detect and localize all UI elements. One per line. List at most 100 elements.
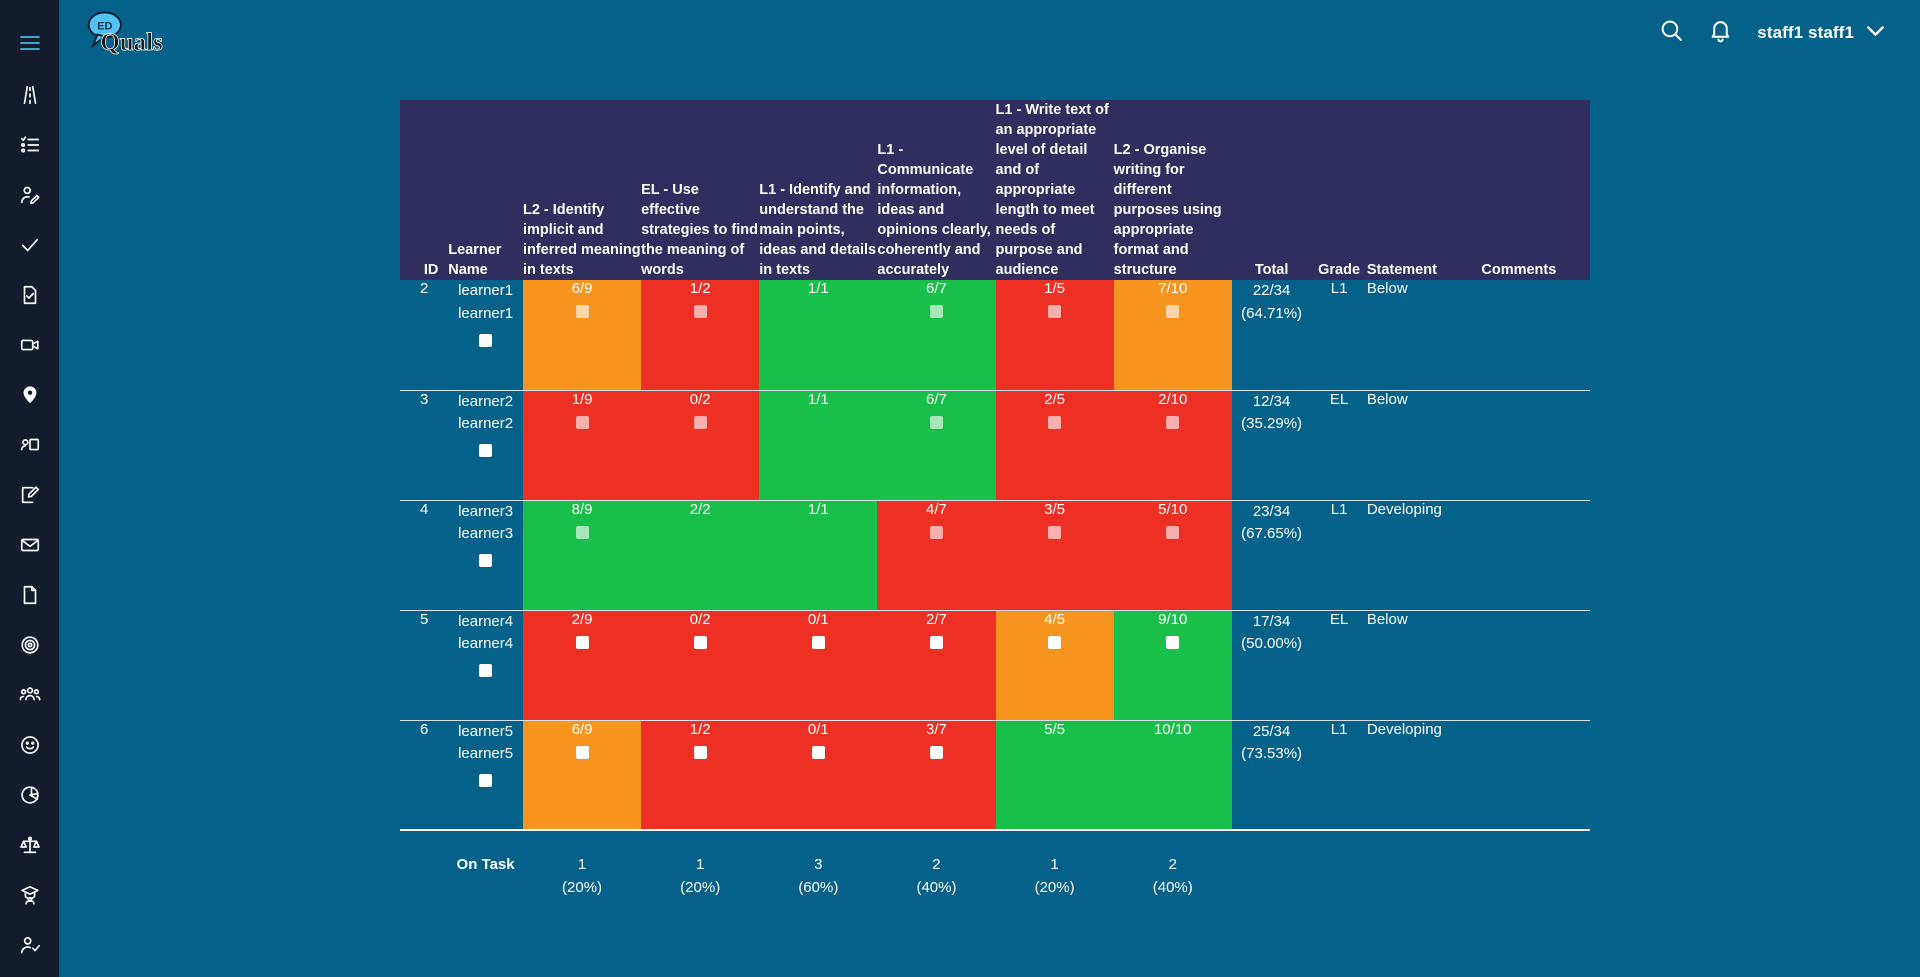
table-row[interactable]: 3 learner2 learner2 1/9 0/2 1/1 6/7 2/5 2/10 12/3…: [400, 389, 1590, 500]
cell-score[interactable]: 0/2: [641, 391, 759, 429]
cell-score-group[interactable]: 8/9 2/2 1/1: [522, 499, 878, 610]
sidebar-item-reports[interactable]: [0, 770, 59, 820]
cell-score-group[interactable]: 1/2: [641, 280, 760, 390]
app-logo[interactable]: ED Quals: [74, 9, 184, 57]
cell-score[interactable]: 10/10: [1114, 721, 1232, 738]
cell-score-group[interactable]: 6/9: [522, 280, 642, 390]
score-checkbox[interactable]: [1048, 525, 1062, 539]
cell-score[interactable]: 6/7: [877, 280, 995, 318]
cell-score[interactable]: 8/9: [523, 501, 641, 539]
column-header-total[interactable]: Total: [1232, 100, 1312, 280]
score-checkbox[interactable]: [929, 635, 943, 649]
score-checkbox[interactable]: [929, 525, 943, 539]
score-checkbox[interactable]: [929, 745, 943, 759]
score-checkbox[interactable]: [1048, 635, 1062, 649]
score-checkbox[interactable]: [1166, 305, 1180, 318]
cell-score-group[interactable]: 1/5: [995, 280, 1114, 390]
column-header-comments[interactable]: Comments: [1481, 100, 1590, 280]
cell-score-group[interactable]: 6/9: [522, 719, 642, 830]
cell-score[interactable]: 4/5: [996, 611, 1114, 649]
cell-score-group[interactable]: 7/10: [1113, 280, 1232, 390]
cell-score[interactable]: 2/9: [523, 611, 641, 649]
sidebar-item-approvals[interactable]: [0, 220, 59, 270]
bell-icon[interactable]: [1708, 18, 1733, 48]
score-checkbox[interactable]: [575, 305, 589, 318]
column-header-c3[interactable]: L1 - Identify and understand the main po…: [759, 100, 877, 280]
sidebar-item-menu[interactable]: [0, 16, 59, 70]
sidebar-item-sessions[interactable]: [0, 320, 59, 370]
score-checkbox[interactable]: [693, 415, 707, 429]
sidebar-item-files[interactable]: [0, 570, 59, 620]
sidebar-item-edit-learner[interactable]: [0, 170, 59, 220]
cell-score[interactable]: 4/7: [877, 501, 995, 539]
score-checkbox[interactable]: [575, 415, 589, 429]
cell-score[interactable]: 3/7: [877, 721, 995, 759]
score-checkbox[interactable]: [1166, 525, 1180, 539]
cell-score-group[interactable]: 1/1 6/7: [759, 389, 996, 500]
sidebar-item-learners[interactable]: [0, 870, 59, 920]
score-checkbox[interactable]: [1048, 305, 1062, 318]
sidebar-item-journey[interactable]: [0, 70, 59, 120]
cell-comments[interactable]: [1481, 280, 1590, 390]
score-checkbox[interactable]: [1166, 635, 1180, 649]
sidebar-item-messages[interactable]: [0, 520, 59, 570]
row-select-checkbox[interactable]: [479, 664, 493, 678]
cell-score[interactable]: 1/1: [759, 280, 877, 318]
cell-score[interactable]: 6/9: [523, 721, 641, 759]
sidebar-item-compliance[interactable]: [0, 820, 59, 870]
cell-score-group[interactable]: 4/7 3/5 5/10: [877, 499, 1232, 610]
cell-score-group[interactable]: 1/9 0/2: [522, 389, 760, 500]
cell-score-group[interactable]: 1/2 0/1 3/7: [641, 719, 996, 830]
column-header-c6[interactable]: L2 - Organise writing for different purp…: [1114, 100, 1232, 280]
cell-score[interactable]: 0/2: [641, 611, 759, 649]
sidebar-item-assessments[interactable]: [0, 270, 59, 320]
cell-score[interactable]: 2/5: [996, 391, 1114, 429]
sidebar-item-presentations[interactable]: [0, 420, 59, 470]
cell-score[interactable]: 1/5: [996, 280, 1114, 318]
cell-score[interactable]: 7/10: [1114, 280, 1232, 318]
cell-score-group[interactable]: 9/10: [1113, 609, 1232, 720]
score-checkbox[interactable]: [575, 635, 589, 649]
score-checkbox[interactable]: [693, 305, 707, 318]
cell-score-group[interactable]: 5/5 10/10: [995, 719, 1232, 830]
column-header-statement[interactable]: Statement: [1367, 100, 1482, 280]
cell-score[interactable]: 1/1: [759, 391, 877, 429]
column-header-c4[interactable]: L1 - Communicate information, ideas and …: [877, 100, 995, 280]
cell-score[interactable]: 5/5: [996, 721, 1114, 738]
cell-score[interactable]: 1/2: [641, 280, 759, 318]
sidebar-item-targets[interactable]: [0, 620, 59, 670]
cell-comments[interactable]: [1481, 609, 1590, 720]
cell-score-group[interactable]: 4/5: [995, 609, 1114, 720]
column-header-id[interactable]: ID: [400, 100, 448, 280]
score-checkbox[interactable]: [811, 635, 825, 649]
search-icon[interactable]: [1659, 18, 1684, 48]
cell-score-group[interactable]: 1/1 6/7: [759, 280, 996, 390]
sidebar-item-reviews[interactable]: [0, 470, 59, 520]
cell-score[interactable]: 2/10: [1114, 391, 1232, 429]
sidebar-item-tasks[interactable]: [0, 120, 59, 170]
cell-score[interactable]: 2/2: [641, 501, 759, 539]
user-menu[interactable]: staff1 staff1: [1757, 18, 1888, 48]
row-select-checkbox[interactable]: [479, 333, 493, 347]
score-checkbox[interactable]: [575, 745, 589, 759]
cell-score[interactable]: 5/10: [1114, 501, 1232, 539]
cell-score[interactable]: 6/7: [877, 391, 995, 429]
table-row[interactable]: 6 learner5 learner5 6/9 1/2 0/1 3/7 5/5 10/10 25/…: [400, 719, 1590, 830]
column-header-c1[interactable]: L2 - Identify implicit and inferred mean…: [523, 100, 641, 280]
table-row[interactable]: 5 learner4 learner4 2/9 0/2 0/1 2/7 4/5 9/10 17/3…: [400, 609, 1590, 720]
score-checkbox[interactable]: [693, 745, 707, 759]
cell-score[interactable]: 1/1: [759, 501, 877, 539]
cell-score[interactable]: 9/10: [1114, 611, 1232, 649]
cell-score[interactable]: 6/9: [523, 280, 641, 318]
cell-comments[interactable]: [1481, 719, 1590, 830]
score-checkbox[interactable]: [693, 635, 707, 649]
column-header-c2[interactable]: EL - Use effective strategies to find th…: [641, 100, 759, 280]
table-row[interactable]: 2 learner1 learner1 6/9 1/2 1/1 6/7 1/5 7/10 22/3…: [400, 280, 1590, 390]
table-row[interactable]: 4 learner3 learner3 8/9 2/2 1/1 4/7 3/5 5/10 23/3…: [400, 499, 1590, 610]
cell-score[interactable]: 3/5: [996, 501, 1114, 539]
cell-score[interactable]: 0/1: [759, 611, 877, 649]
cell-score[interactable]: 1/9: [523, 391, 641, 429]
score-checkbox[interactable]: [1048, 415, 1062, 429]
row-select-checkbox[interactable]: [479, 774, 493, 788]
score-checkbox[interactable]: [929, 415, 943, 429]
